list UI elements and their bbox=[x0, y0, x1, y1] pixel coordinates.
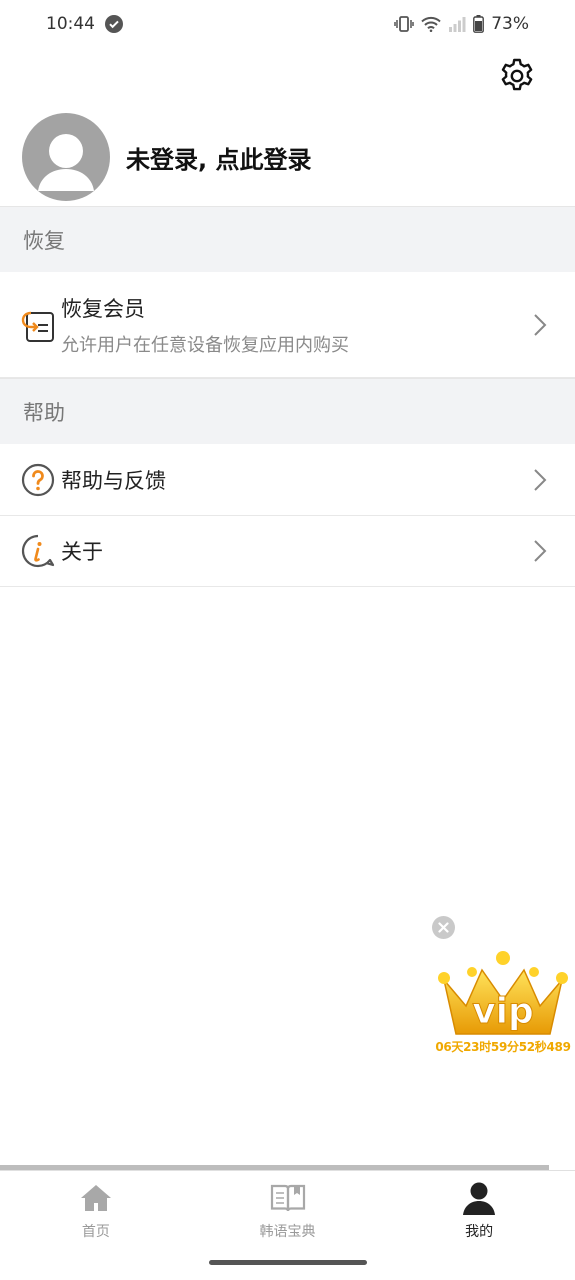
book-icon bbox=[270, 1181, 306, 1215]
section-header-help: 帮助 bbox=[0, 378, 575, 444]
battery-icon bbox=[473, 15, 485, 33]
vip-countdown: 06天23时59分52秒489 bbox=[435, 1040, 571, 1054]
status-bar: 10:44 73% bbox=[0, 0, 575, 48]
wifi-icon bbox=[421, 16, 441, 32]
about-row[interactable]: 关于 bbox=[0, 516, 575, 587]
restore-membership-title: 恢复会员 bbox=[61, 296, 145, 321]
user-avatar-icon bbox=[22, 113, 110, 201]
nav-label-dictionary: 韩语宝典 bbox=[259, 1224, 316, 1240]
restore-member-icon bbox=[20, 307, 56, 343]
help-feedback-row[interactable]: 帮助与反馈 bbox=[0, 444, 575, 516]
signal-icon bbox=[448, 16, 466, 32]
info-icon bbox=[20, 533, 56, 569]
nav-item-mine[interactable]: 我的 bbox=[383, 1171, 575, 1250]
vip-close-button[interactable] bbox=[432, 916, 455, 939]
settings-button[interactable] bbox=[499, 58, 535, 98]
restore-membership-row[interactable]: 恢复会员 允许用户在任意设备恢复应用内购买 bbox=[0, 272, 575, 378]
battery-percent: 73% bbox=[491, 14, 529, 34]
nav-label-mine: 我的 bbox=[465, 1224, 494, 1240]
login-prompt: 未登录, 点此登录 bbox=[126, 145, 312, 174]
check-circle-icon bbox=[105, 15, 123, 33]
person-icon bbox=[461, 1181, 497, 1215]
about-title: 关于 bbox=[61, 540, 103, 564]
chevron-right-icon bbox=[534, 313, 547, 336]
home-indicator[interactable] bbox=[209, 1260, 367, 1265]
question-icon bbox=[20, 462, 56, 498]
nav-item-dictionary[interactable]: 韩语宝典 bbox=[192, 1171, 384, 1250]
section-header-restore: 恢复 bbox=[0, 206, 575, 272]
restore-membership-subtitle: 允许用户在任意设备恢复应用内购买 bbox=[61, 334, 349, 356]
vip-label: vip bbox=[472, 991, 534, 1032]
help-feedback-title: 帮助与反馈 bbox=[61, 468, 166, 493]
login-profile-row[interactable]: 未登录, 点此登录 bbox=[0, 108, 575, 206]
bottom-nav: 首页 韩语宝典 我的 bbox=[0, 1170, 575, 1250]
vibrate-icon bbox=[394, 16, 414, 32]
nav-label-home: 首页 bbox=[81, 1224, 110, 1240]
status-time: 10:44 bbox=[46, 14, 95, 34]
close-icon bbox=[438, 918, 449, 937]
nav-item-home[interactable]: 首页 bbox=[0, 1171, 192, 1250]
chevron-right-icon bbox=[534, 540, 547, 562]
home-icon bbox=[78, 1181, 114, 1215]
gear-icon bbox=[499, 58, 535, 98]
chevron-right-icon bbox=[534, 468, 547, 491]
